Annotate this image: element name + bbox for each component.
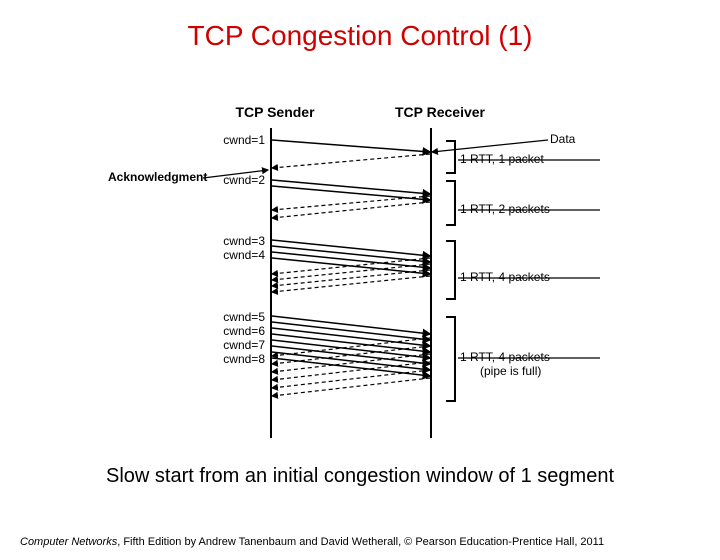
- label-cwnd-2: cwnd=2: [215, 173, 265, 187]
- rtt-bracket-3: [446, 240, 456, 300]
- label-cwnd-5: cwnd=5: [215, 310, 265, 324]
- label-rtt-2: 1 RTT, 2 packets: [460, 202, 550, 216]
- footer-citation: Computer Networks, Fifth Edition by Andr…: [20, 536, 604, 548]
- message-arrows: [60, 100, 660, 440]
- label-rtt-4b: (pipe is full): [480, 364, 541, 378]
- label-data: Data: [550, 132, 575, 146]
- label-cwnd-8: cwnd=8: [215, 352, 265, 366]
- slow-start-diagram: TCP Sender TCP Receiver: [60, 100, 660, 440]
- footer-book-title: Computer Networks: [20, 536, 117, 548]
- rtt-bracket-1: [446, 140, 456, 174]
- label-cwnd-1: cwnd=1: [215, 133, 265, 147]
- label-cwnd-4: cwnd=4: [215, 248, 265, 262]
- label-acknowledgment: Acknowledgment: [108, 170, 207, 184]
- page-title: TCP Congestion Control (1): [0, 20, 720, 52]
- label-rtt-3: 1 RTT, 4 packets: [460, 270, 550, 284]
- footer-text: , Fifth Edition by Andrew Tanenbaum and …: [117, 536, 604, 548]
- label-cwnd-3: cwnd=3: [215, 234, 265, 248]
- rtt-bracket-2: [446, 180, 456, 226]
- label-rtt-4a: 1 RTT, 4 packets: [460, 350, 550, 364]
- label-rtt-1: 1 RTT, 1 packet: [460, 152, 544, 166]
- label-cwnd-7: cwnd=7: [215, 338, 265, 352]
- figure-caption: Slow start from an initial congestion wi…: [0, 465, 720, 488]
- rtt-bracket-4: [446, 316, 456, 402]
- label-cwnd-6: cwnd=6: [215, 324, 265, 338]
